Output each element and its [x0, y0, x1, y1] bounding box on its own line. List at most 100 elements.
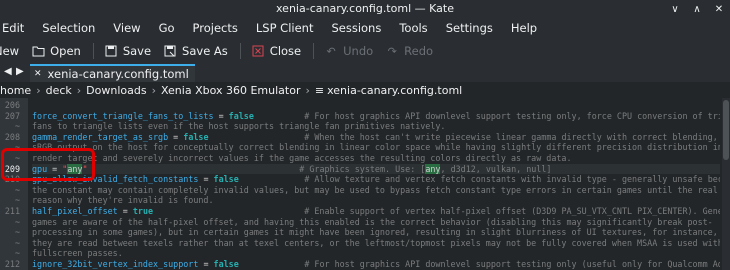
close-button[interactable]: Close [251, 44, 301, 58]
code-token: = [198, 259, 214, 269]
menu-projects[interactable]: Projects [193, 21, 247, 35]
save-icon [104, 44, 118, 58]
code-token: gamma_render_target_as_srgb [32, 131, 169, 142]
menu-sessions[interactable]: Sessions [331, 21, 390, 35]
menu-selection[interactable]: Selection [42, 21, 104, 35]
code-line[interactable]: force_convert_triangle_fans_to_lists = f… [32, 111, 720, 122]
code-line[interactable]: fullscreen passes. [32, 248, 720, 259]
menu-settings[interactable]: Settings [446, 21, 502, 35]
menu-go[interactable]: Go [159, 21, 184, 35]
close-window-icon[interactable]: ✕ [712, 2, 726, 16]
toolbar-separator [92, 43, 94, 59]
code-token: half_pixel_offset [32, 206, 118, 216]
main-toolbar: New Open Save Save As Close ↶ Undo ↷ Red… [0, 38, 730, 64]
code-token: # When the host can't write piecewise li… [208, 131, 720, 142]
tab-scroll-right-icon[interactable]: ▶ [16, 66, 24, 77]
code-line[interactable]: the constant may contain completely inva… [32, 185, 720, 196]
line-number: ~ [14, 248, 20, 259]
save-button[interactable]: Save [104, 44, 151, 58]
code-line[interactable]: half_pixel_offset = true # Enable suppor… [32, 206, 720, 217]
toolbar-separator [239, 43, 241, 59]
breadcrumb-file[interactable]: xenia-canary.config.toml [327, 84, 462, 97]
code-token: # For host graphics API downlevel suppor… [304, 259, 720, 269]
code-token: , d3d12, vulkan, null] [440, 163, 552, 174]
code-line[interactable]: gpu_allow_invalid_fetch_constants = fals… [32, 174, 720, 185]
menu-view[interactable]: View [113, 21, 149, 35]
open-button[interactable]: Open [31, 44, 81, 58]
undo-label: Undo [343, 44, 374, 58]
code-token: # For host graphics API downlevel suppor… [253, 110, 720, 121]
code-editor[interactable]: 206207~208~~209210~~211~~~~212~ force_co… [0, 98, 730, 270]
close-document-icon [251, 44, 265, 58]
code-token: render target and severely incorrect val… [32, 153, 572, 163]
open-label: Open [50, 44, 81, 58]
line-number: ~ [14, 237, 20, 248]
code-line[interactable]: fans to triangle lists even if the host … [32, 121, 720, 132]
line-number: 208 [4, 131, 20, 142]
code-line[interactable]: gamma_render_target_as_srgb = false # Wh… [32, 132, 720, 143]
undo-button[interactable]: ↶ Undo [324, 44, 374, 58]
code-line[interactable]: render target and severely incorrect val… [32, 153, 720, 164]
breadcrumb-downloads[interactable]: Downloads [86, 84, 146, 97]
scrollbar-thumb[interactable] [723, 100, 729, 160]
code-token: processing in some games), but in certai… [32, 227, 720, 238]
line-number: ~ [14, 195, 20, 206]
tab-xenia-config[interactable]: ✕ xenia-canary.config.toml [30, 64, 195, 82]
code-token: # Graphics system. Use: [ [87, 163, 426, 174]
code-token: force_convert_triangle_fans_to_lists [32, 110, 214, 121]
menu-lsp-client[interactable]: LSP Client [256, 21, 323, 35]
redo-button[interactable]: ↷ Redo [385, 44, 434, 58]
code-token: fullscreen passes. [32, 248, 123, 259]
code-line[interactable]: ignore_32bit_vertex_index_support = fals… [32, 259, 720, 270]
line-number: 211 [4, 206, 20, 216]
line-number: ~ [14, 121, 20, 132]
toolbar-separator [313, 43, 315, 59]
breadcrumb-home[interactable]: home [0, 84, 31, 97]
code-token: they are read between texels rather than… [32, 237, 720, 248]
code-line[interactable]: sRGB output on the host for conceptually… [32, 142, 720, 153]
code-line[interactable]: gpu = "any" # Graphics system. Use: [any… [32, 163, 720, 175]
code-token: sRGB output on the host for conceptually… [32, 142, 720, 153]
chevron-right-icon: › [36, 83, 41, 97]
code-token: any [425, 163, 441, 174]
line-number: ~ [14, 184, 20, 195]
tab-bar: ◀ ▶ ✕ xenia-canary.config.toml [0, 64, 730, 82]
close-label: Close [269, 44, 302, 58]
redo-label: Redo [404, 44, 434, 58]
code-token: true [132, 206, 154, 216]
menu-tools[interactable]: Tools [399, 21, 436, 35]
breadcrumb-xenia-folder[interactable]: Xenia Xbox 360 Emulator [161, 84, 300, 97]
code-token: false [228, 110, 254, 121]
chevron-right-icon: › [76, 83, 82, 97]
save-as-icon [163, 44, 177, 58]
tab-scroll-left-icon[interactable]: ◀ [4, 66, 12, 77]
file-icon: ≡ [314, 83, 325, 97]
breadcrumb: home › deck › Downloads › Xenia Xbox 360… [0, 82, 730, 98]
code-token: false [183, 131, 209, 142]
maximize-icon[interactable]: ∧ [690, 2, 704, 16]
code-token: ignore_32bit_vertex_index_support [32, 259, 199, 269]
vertical-scrollbar[interactable] [722, 98, 730, 270]
line-number: 212 [4, 259, 20, 269]
code-token: false [213, 174, 239, 185]
menu-help[interactable]: Help [511, 21, 546, 35]
line-number: ~ [14, 216, 20, 227]
code-token: = [213, 110, 229, 121]
tab-close-icon[interactable]: ✕ [34, 69, 42, 79]
menu-edit[interactable]: Edit [2, 21, 33, 35]
code-token: reason why they're invalid is found. [32, 195, 214, 206]
highlight-annotation [1, 148, 95, 181]
title-bar: xenia-canary.config.toml — Kate ∨ ∧ ✕ [0, 0, 730, 18]
code-line[interactable]: reason why they're invalid is found. [32, 195, 720, 206]
code-line[interactable]: they are read between texels rather than… [32, 238, 720, 249]
minimize-icon[interactable]: ∨ [668, 2, 682, 16]
breadcrumb-deck[interactable]: deck [46, 84, 72, 97]
line-number-gutter: 206207~208~~209210~~211~~~~212~ [0, 98, 28, 270]
code-line[interactable]: games are aware of the half-pixel offset… [32, 217, 720, 228]
code-line[interactable]: processing in some games), but in certai… [32, 227, 720, 238]
save-as-button[interactable]: Save As [163, 44, 228, 58]
window-title: xenia-canary.config.toml — Kate [276, 2, 454, 15]
new-button[interactable]: New [0, 44, 19, 58]
line-number: 207 [4, 110, 20, 121]
redo-icon: ↷ [387, 44, 397, 58]
